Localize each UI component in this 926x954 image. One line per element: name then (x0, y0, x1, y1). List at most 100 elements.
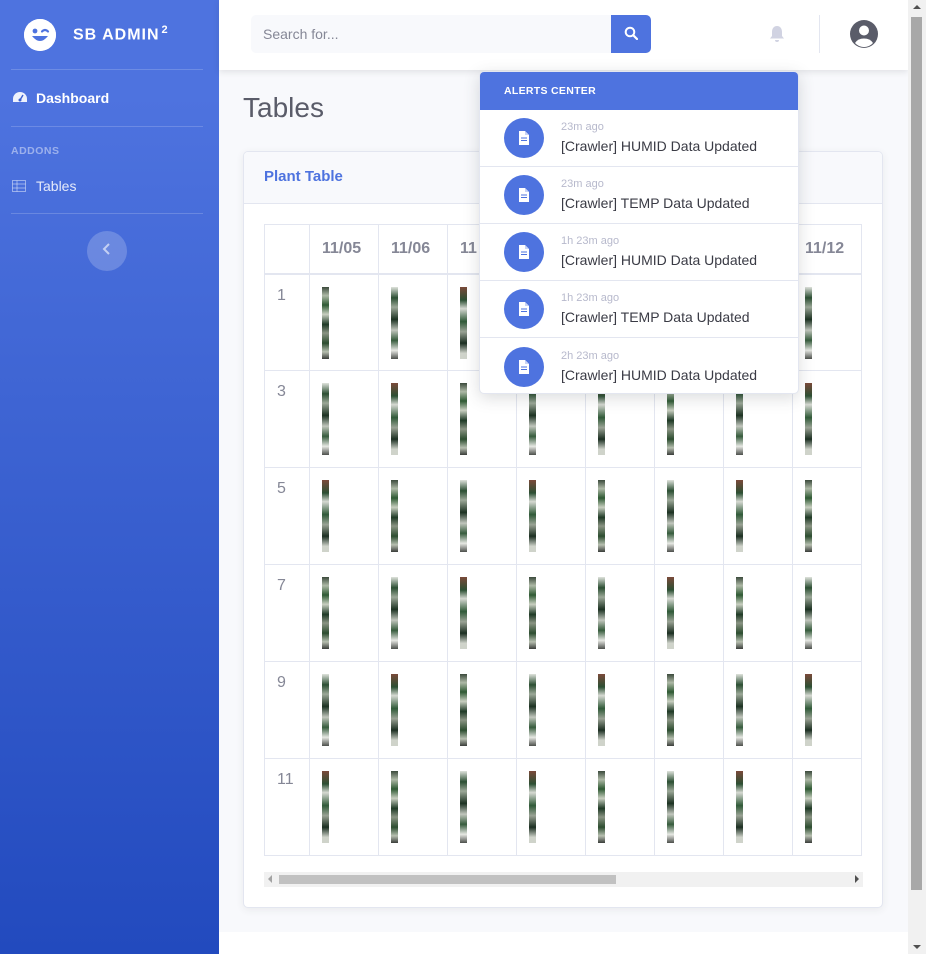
plant-image[interactable] (529, 480, 536, 552)
row-label: 1 (264, 273, 310, 371)
scroll-right-arrow-icon[interactable] (855, 875, 859, 883)
plant-image[interactable] (460, 674, 467, 746)
alert-body: 2h 23m ago [Crawler] HUMID Data Updated (561, 349, 757, 385)
plant-image[interactable] (667, 577, 674, 649)
sidebar-item-label: Tables (36, 178, 77, 194)
plant-image[interactable] (322, 674, 329, 746)
sidebar-item-tables[interactable]: Tables (12, 178, 76, 194)
plant-image[interactable] (529, 771, 536, 843)
table-cell (792, 758, 862, 856)
alert-time: 2h 23m ago (561, 349, 620, 362)
table-row: 9 (264, 661, 862, 759)
table-cell (723, 661, 793, 759)
plant-image[interactable] (667, 480, 674, 552)
alert-text: [Crawler] HUMID Data Updated (561, 366, 758, 383)
plant-image[interactable] (322, 771, 329, 843)
alert-time: 23m ago (561, 178, 604, 190)
search-button[interactable] (611, 15, 651, 53)
plant-image[interactable] (460, 577, 467, 649)
plant-image[interactable] (736, 577, 743, 649)
table-cell (378, 758, 448, 856)
plant-image[interactable] (667, 674, 674, 746)
plant-image[interactable] (460, 480, 467, 552)
user-menu[interactable] (849, 19, 879, 49)
alerts-toggle[interactable] (767, 24, 787, 44)
plant-image[interactable] (667, 771, 674, 843)
plant-image[interactable] (598, 674, 605, 746)
table-cell (378, 370, 448, 468)
plant-image[interactable] (805, 480, 812, 552)
scrollbar-thumb[interactable] (911, 17, 922, 890)
plant-image[interactable] (736, 771, 743, 843)
laugh-wink-icon (24, 18, 56, 51)
plant-image[interactable] (529, 577, 536, 649)
alert-text: [Crawler] TEMP Data Updated (561, 309, 750, 325)
table-header-cell: 11/06 (378, 224, 448, 275)
search-input[interactable] (251, 15, 611, 53)
plant-image[interactable] (391, 771, 398, 843)
plant-image[interactable] (598, 577, 605, 649)
table-cell (309, 370, 379, 468)
plant-image[interactable] (598, 480, 605, 552)
plant-image[interactable] (805, 577, 812, 649)
page-scrollbar[interactable] (908, 0, 926, 954)
plant-image[interactable] (391, 480, 398, 552)
table-cell (585, 661, 655, 759)
plant-image[interactable] (391, 577, 398, 649)
alert-text: [Crawler] HUMID Data Updated (561, 252, 758, 268)
table-cell (723, 467, 793, 565)
alert-text: [Crawler] TEMP Data Updated (561, 195, 750, 211)
table-cell (585, 467, 655, 565)
plant-image[interactable] (805, 771, 812, 843)
plant-image[interactable] (391, 383, 398, 455)
plant-image[interactable] (460, 771, 467, 843)
plant-image[interactable] (805, 286, 812, 359)
plant-image[interactable] (391, 286, 398, 359)
plant-image[interactable] (322, 577, 329, 649)
table-cell (585, 758, 655, 856)
horizontal-scrollbar[interactable] (264, 872, 863, 887)
scroll-left-arrow-icon[interactable] (268, 875, 272, 883)
alert-body: 23m ago [Crawler] TEMP Data Updated (561, 177, 750, 213)
table-cell (378, 564, 448, 662)
table-cell (654, 661, 724, 759)
brand-title: SB ADMIN 2 (73, 24, 169, 44)
plant-image[interactable] (598, 771, 605, 843)
plant-image[interactable] (322, 286, 329, 359)
table-cell (447, 661, 517, 759)
plant-image[interactable] (460, 383, 467, 455)
table-cell (792, 467, 862, 565)
footer (219, 932, 908, 954)
plant-image[interactable] (529, 674, 536, 746)
table-cell (792, 370, 862, 468)
alert-time: 23m ago (561, 121, 604, 133)
table-cell (792, 273, 862, 371)
sidebar-divider (11, 126, 203, 127)
sidebar-item-dashboard[interactable]: Dashboard (12, 90, 109, 106)
alert-item[interactable]: 23m ago [Crawler] HUMID Data Updated (480, 110, 798, 167)
plant-image[interactable] (805, 674, 812, 746)
row-label: 5 (264, 467, 310, 565)
table-cell (516, 564, 586, 662)
scroll-up-arrow-icon[interactable] (913, 5, 921, 9)
alert-item[interactable]: 2h 23m ago [Crawler] HUMID Data Updated (480, 338, 798, 393)
plant-image[interactable] (460, 286, 467, 359)
table-cell (792, 564, 862, 662)
plant-image[interactable] (736, 480, 743, 552)
scroll-down-arrow-icon[interactable] (913, 945, 921, 949)
plant-image[interactable] (805, 383, 812, 455)
sidebar-toggle-button[interactable] (87, 231, 127, 271)
alerts-header: ALERTS CENTER (480, 72, 798, 110)
alert-body: 23m ago [Crawler] HUMID Data Updated (561, 120, 757, 156)
topbar-divider (819, 15, 820, 53)
alert-item[interactable]: 1h 23m ago [Crawler] HUMID Data Updated (480, 224, 798, 281)
plant-image[interactable] (322, 383, 329, 455)
sidebar-brand[interactable]: SB ADMIN 2 (0, 0, 219, 69)
plant-image[interactable] (736, 674, 743, 746)
plant-image[interactable] (322, 480, 329, 552)
alert-item[interactable]: 1h 23m ago [Crawler] TEMP Data Updated (480, 281, 798, 338)
scrollbar-thumb[interactable] (279, 875, 616, 884)
alert-item[interactable]: 23m ago [Crawler] TEMP Data Updated (480, 167, 798, 224)
table-cell (585, 564, 655, 662)
plant-image[interactable] (391, 674, 398, 746)
